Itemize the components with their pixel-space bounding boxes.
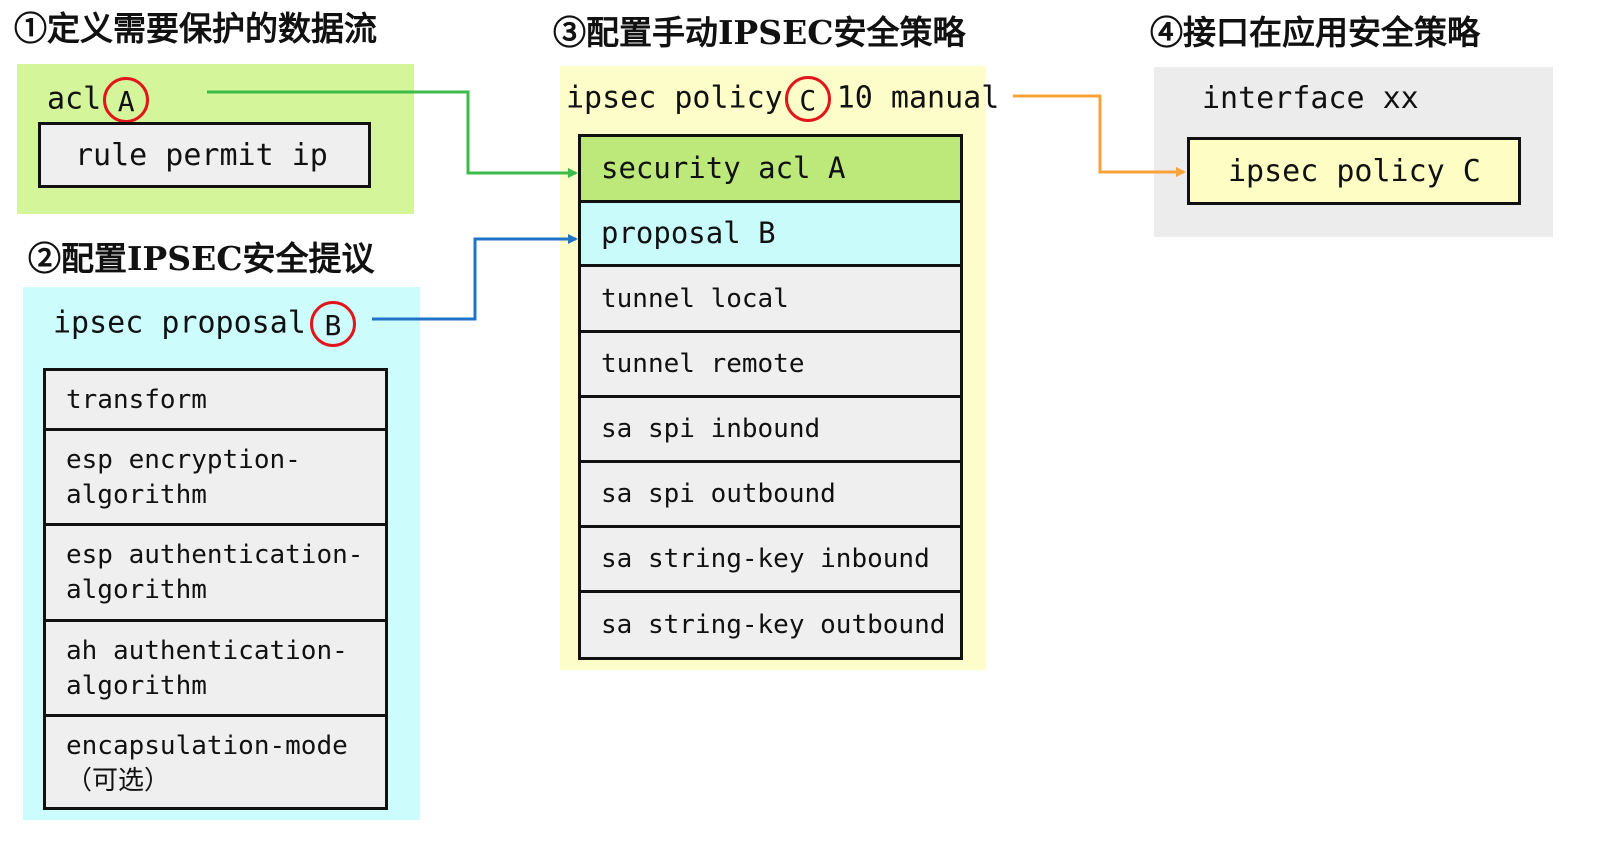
arrow-acl-to-security-acl: [207, 90, 578, 178]
arrow-proposal-to-policy-proposal: [372, 234, 578, 321]
connector-arrows: [207, 90, 1186, 321]
arrow-policy-to-interface: [1013, 94, 1186, 177]
